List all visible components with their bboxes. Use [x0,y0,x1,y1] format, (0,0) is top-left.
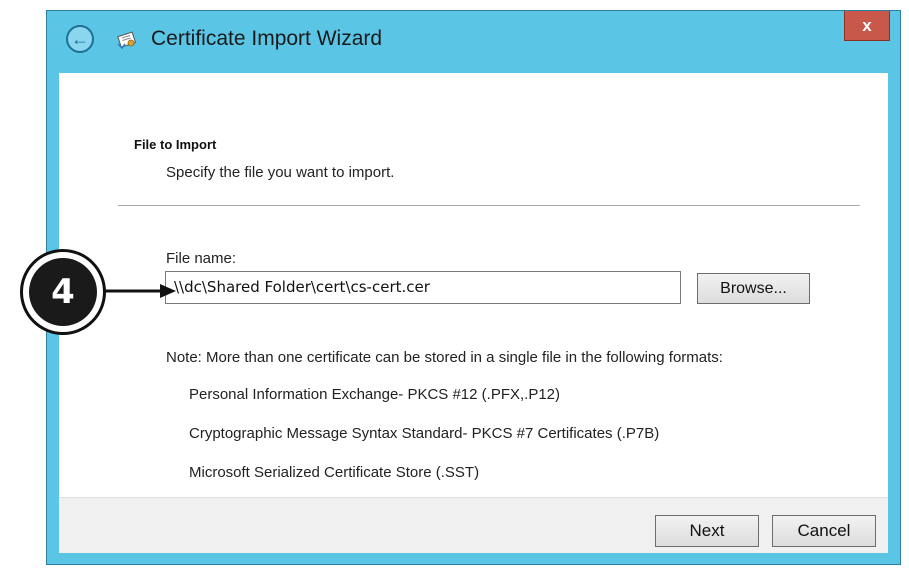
section-description: Specify the file you want to import. [166,164,395,181]
step-number: 4 [29,258,97,326]
browse-button[interactable]: Browse... [697,273,810,304]
file-name-input[interactable]: \\dc\Shared Folder\cert\cs-cert.cer [165,271,681,304]
certificate-icon [117,31,137,50]
back-button[interactable]: ← [66,25,94,53]
wizard-content: File to Import Specify the file you want… [59,73,888,497]
step-callout: 4 [20,249,106,335]
section-heading: File to Import [134,137,217,152]
next-button[interactable]: Next [655,515,759,547]
back-arrow-icon: ← [71,29,89,49]
format-item-sst: Microsoft Serialized Certificate Store (… [189,464,480,481]
divider [118,205,860,206]
format-item-p7b: Cryptographic Message Syntax Standard- P… [189,425,660,442]
wizard-footer: Next Cancel [59,497,888,553]
close-icon: x [862,15,872,35]
window-title: Certificate Import Wizard [151,27,383,50]
close-button[interactable]: x [844,11,890,41]
format-item-pfx: Personal Information Exchange- PKCS #12 … [189,386,561,403]
callout-arrow-icon [104,284,176,298]
cancel-button[interactable]: Cancel [772,515,876,547]
file-name-label: File name: [166,250,237,267]
formats-note: Note: More than one certificate can be s… [166,349,723,366]
title-bar: ← Certificate Import Wizard x [47,11,900,71]
